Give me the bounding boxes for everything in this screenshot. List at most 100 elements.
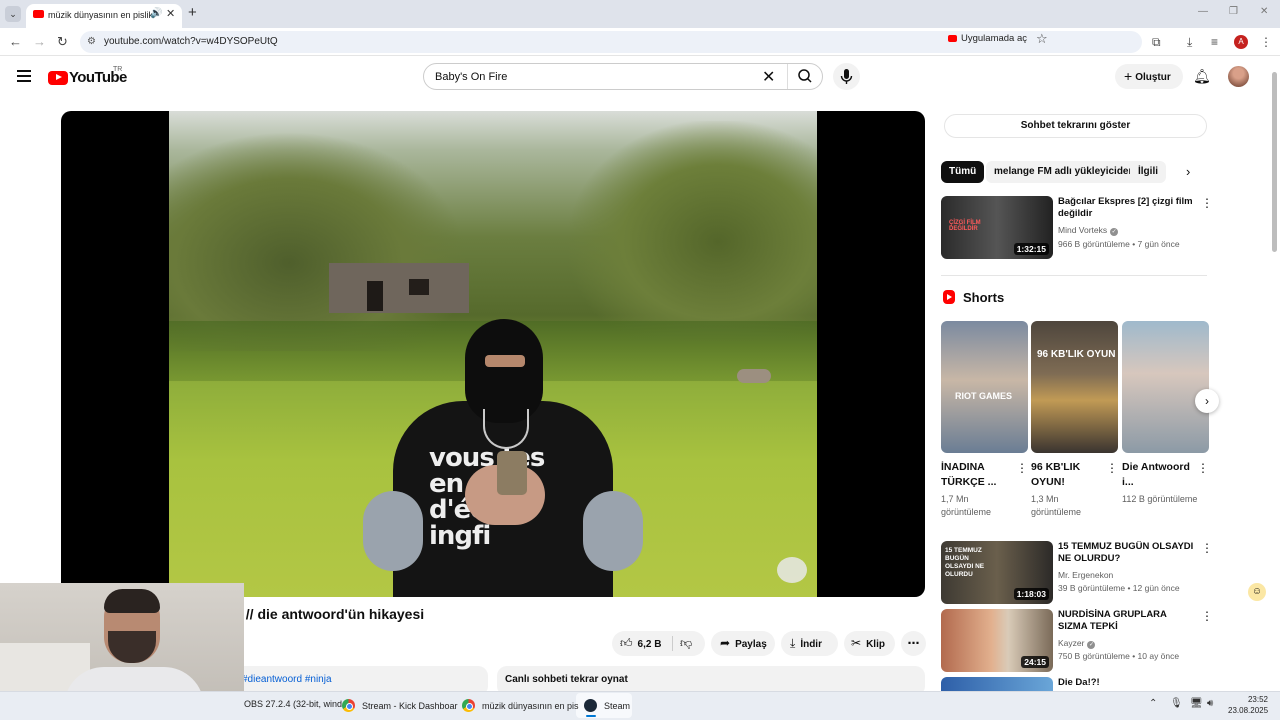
- recommended-video[interactable]: ÇİZGİ FİLM DEĞİLDİR 1:32:15 Bağcılar Eks…: [941, 196, 1213, 260]
- recommended-video[interactable]: Die Da!?!: [941, 677, 1211, 691]
- tab-close-icon[interactable]: ✕: [166, 7, 175, 20]
- search-button[interactable]: [787, 64, 823, 89]
- create-button[interactable]: + Oluştur: [1115, 64, 1183, 89]
- short-title[interactable]: Die Antwoord i...: [1122, 460, 1192, 490]
- restore-icon[interactable]: ❐: [1229, 6, 1238, 17]
- video-title-link[interactable]: Die Da!?!: [1058, 677, 1196, 689]
- browser-tab-youtube[interactable]: müzik dünyasının en pislik adamı 🔊 ✕: [26, 4, 182, 28]
- taskbar-item-youtube[interactable]: müzik dünyasının en pis: [462, 699, 579, 712]
- extensions-icon[interactable]: ⧉: [1152, 35, 1161, 50]
- video-menu-icon[interactable]: ⋮: [1201, 609, 1213, 623]
- download-button[interactable]: ⤓ İndir: [781, 631, 838, 656]
- media-control-icon[interactable]: ≡: [1211, 35, 1218, 49]
- chip-all[interactable]: Tümü: [941, 161, 985, 183]
- short-menu-icon[interactable]: ⋮: [1106, 461, 1118, 475]
- tray-overflow-chevron-icon[interactable]: ⌃: [1149, 698, 1157, 709]
- video-thumbnail[interactable]: ÇİZGİ FİLM DEĞİLDİR 1:32:15: [941, 196, 1053, 259]
- bookmark-star-icon[interactable]: ☆: [1036, 31, 1048, 47]
- shorts-heading-text: Shorts: [963, 290, 1005, 305]
- clip-button[interactable]: ✂ Klip: [844, 631, 895, 656]
- scissors-icon: ✂: [851, 636, 862, 650]
- short-thumbnail[interactable]: RIOT GAMES: [941, 321, 1028, 453]
- account-avatar[interactable]: [1228, 66, 1249, 87]
- channel-name[interactable]: Mr. Ergenekon: [1058, 570, 1113, 580]
- volume-icon[interactable]: 🔊︎: [1207, 698, 1213, 709]
- scrollbar-thumb[interactable]: [1272, 72, 1277, 252]
- video-duration: 1:32:15: [1013, 243, 1049, 255]
- verified-check-icon: ✓: [1110, 228, 1119, 236]
- channel-name[interactable]: Mind Vorteks ✓: [1058, 225, 1119, 236]
- video-menu-icon[interactable]: ⋮: [1201, 196, 1213, 210]
- short-menu-icon[interactable]: ⋮: [1197, 461, 1209, 475]
- video-thumbnail[interactable]: 24:15: [941, 609, 1053, 672]
- show-chat-replay-button[interactable]: Sohbet tekrarını göster: [944, 114, 1207, 138]
- channel-watermark[interactable]: [777, 557, 807, 583]
- taskbar-item-obs[interactable]: OBS 27.2.4 (32-bit, wind: [244, 699, 342, 709]
- chip-from-uploader[interactable]: melange FM adlı yükleyiciden: [986, 161, 1143, 183]
- clear-search-icon[interactable]: ✕: [762, 67, 775, 87]
- like-dislike-group[interactable]: 👍︎ 6,2 B 👎︎: [612, 631, 705, 656]
- reload-icon[interactable]: ↻: [57, 34, 68, 50]
- short-thumbnail[interactable]: 96 KB'LIK OYUN: [1031, 321, 1118, 453]
- video-title-link[interactable]: 15 TEMMUZ BUGÜN OLSAYDI NE OLURDU?: [1058, 541, 1196, 565]
- notifications-bell-icon[interactable]: 🔔︎: [1193, 68, 1211, 85]
- share-button[interactable]: ➦ Paylaş: [711, 631, 775, 656]
- youtube-app-icon: [948, 35, 957, 42]
- forward-arrow-icon[interactable]: →: [33, 34, 46, 49]
- minimize-icon[interactable]: —: [1198, 6, 1208, 17]
- description-hashtags[interactable]: #dieantwoord #ninja: [242, 674, 332, 685]
- speaker-icon[interactable]: 🔊: [150, 8, 162, 19]
- network-icon[interactable]: 🖥︎: [1190, 698, 1203, 709]
- windows-taskbar: [0, 691, 1280, 720]
- video-player[interactable]: vous tes en trai d'écou ingfi: [61, 111, 925, 597]
- recommended-video[interactable]: 24:15 NURDİSİNA GRUPLARA SIZMA TEPKİ Kay…: [941, 609, 1213, 673]
- download-icon[interactable]: ⤓: [1187, 35, 1192, 50]
- search-icon: [798, 69, 812, 83]
- youtube-logo[interactable]: YouTube TR: [48, 66, 127, 87]
- video-title-link[interactable]: Bağcılar Ekspres [2] çizgi film değildir: [1058, 196, 1196, 220]
- window-close-icon[interactable]: ✕: [1260, 6, 1268, 17]
- search-input[interactable]: Baby's On Fire: [435, 71, 507, 83]
- video-thumbnail[interactable]: [941, 677, 1053, 691]
- video-thumbnail[interactable]: 15 TEMMUZ BUGÜN OLSAYDI NE OLURDU 1:18:0…: [941, 541, 1053, 604]
- back-arrow-icon[interactable]: ←: [9, 34, 22, 49]
- site-info-icon[interactable]: ⚙: [87, 36, 96, 47]
- microphone-tray-icon[interactable]: 🎙︎: [1170, 698, 1183, 709]
- search-box[interactable]: Baby's On Fire ✕: [423, 63, 823, 90]
- short-title[interactable]: 96 KB'LIK OYUN!: [1031, 460, 1101, 490]
- tab-search-dropdown[interactable]: ⌄: [5, 6, 21, 22]
- shorts-next-chevron-icon[interactable]: ›: [1195, 389, 1219, 413]
- chip-related[interactable]: İlgili: [1130, 161, 1166, 183]
- video-frame: vous tes en trai d'écou ingfi: [169, 111, 817, 597]
- share-label: Paylaş: [735, 639, 767, 650]
- new-tab-button[interactable]: +: [188, 4, 197, 21]
- chrome-icon: [342, 699, 355, 712]
- short-menu-icon[interactable]: ⋮: [1016, 461, 1028, 475]
- short-thumbnail[interactable]: [1122, 321, 1209, 453]
- more-actions-button[interactable]: ⋯: [901, 631, 926, 656]
- short-item[interactable]: RIOT GAMES İNADINA TÜRKÇE ... 1,7 Mn gör…: [941, 321, 1028, 519]
- browser-menu-icon[interactable]: ⋮: [1260, 35, 1272, 49]
- clock-time: 23:52: [1247, 695, 1268, 704]
- guide-menu-icon[interactable]: [17, 70, 31, 85]
- url-text[interactable]: youtube.com/watch?v=w4DYSOPeUtQ: [104, 36, 278, 47]
- short-title[interactable]: İNADINA TÜRKÇE ...: [941, 460, 1011, 490]
- chips-next-chevron-icon[interactable]: ›: [1186, 164, 1190, 179]
- taskbar-item-label: Stream - Kick Dashboar: [362, 701, 458, 711]
- browser-profile-avatar[interactable]: A: [1234, 35, 1248, 49]
- system-clock[interactable]: 23:52 23.08.2025: [1228, 694, 1268, 716]
- short-item[interactable]: 96 KB'LIK OYUN 96 KB'LIK OYUN! 1,3 Mn gö…: [1031, 321, 1118, 519]
- video-title-link[interactable]: NURDİSİNA GRUPLARA SIZMA TEPKİ: [1058, 609, 1196, 633]
- taskbar-item-kick[interactable]: Stream - Kick Dashboar: [342, 699, 458, 712]
- taskbar-item-steam[interactable]: Steam: [584, 699, 630, 712]
- page-scrollbar[interactable]: [1270, 62, 1278, 687]
- short-item[interactable]: Die Antwoord i... 112 B görüntüleme ⋮: [1122, 321, 1209, 506]
- floating-assistant-icon[interactable]: ☺: [1248, 583, 1266, 601]
- dislike-thumb-icon[interactable]: 👎︎: [680, 631, 692, 656]
- like-thumb-icon[interactable]: 👍︎: [620, 636, 633, 650]
- video-menu-icon[interactable]: ⋮: [1201, 541, 1213, 555]
- open-in-app-button[interactable]: Uygulamada aç: [948, 33, 1027, 44]
- voice-search-button[interactable]: [833, 63, 860, 90]
- recommended-video[interactable]: 15 TEMMUZ BUGÜN OLSAYDI NE OLURDU 1:18:0…: [941, 541, 1213, 605]
- channel-name[interactable]: Kayzer ✓: [1058, 638, 1096, 649]
